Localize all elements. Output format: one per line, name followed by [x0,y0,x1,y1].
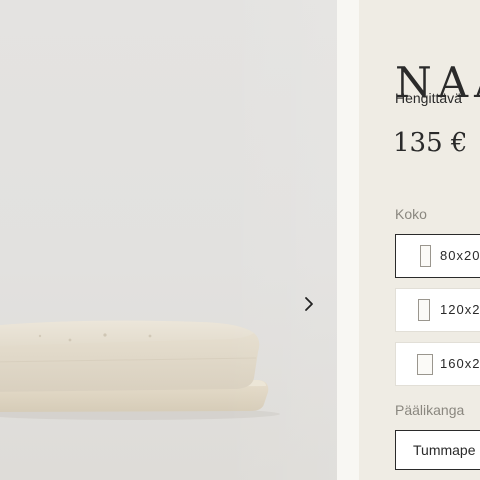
image-shade [217,0,337,480]
product-image-gallery [0,0,337,480]
product-details-panel: NAA Hengittävä 135 € Koko 80x20 120x2 16… [359,0,480,480]
fabric-select-value: Tummape [413,442,476,458]
chevron-right-icon[interactable] [298,292,320,316]
size-option-label: 120x2 [440,302,480,317]
product-subtitle: Hengittävä [395,90,462,106]
panel-divider [337,0,359,480]
product-price: 135 € [393,128,468,158]
size-option-label: 160x2 [440,356,480,371]
mattress-size-icon [417,354,433,375]
size-option-120[interactable]: 120x2 [395,288,480,332]
size-option-80[interactable]: 80x20 [395,234,480,278]
size-option-label: 80x20 [440,248,480,263]
size-label: Koko [395,206,427,222]
fabric-select[interactable]: Tummape [395,430,480,470]
mattress-size-icon [420,245,431,267]
size-option-160[interactable]: 160x2 [395,342,480,386]
fabric-label: Päälikanga [395,402,465,418]
mattress-size-icon [418,299,430,321]
